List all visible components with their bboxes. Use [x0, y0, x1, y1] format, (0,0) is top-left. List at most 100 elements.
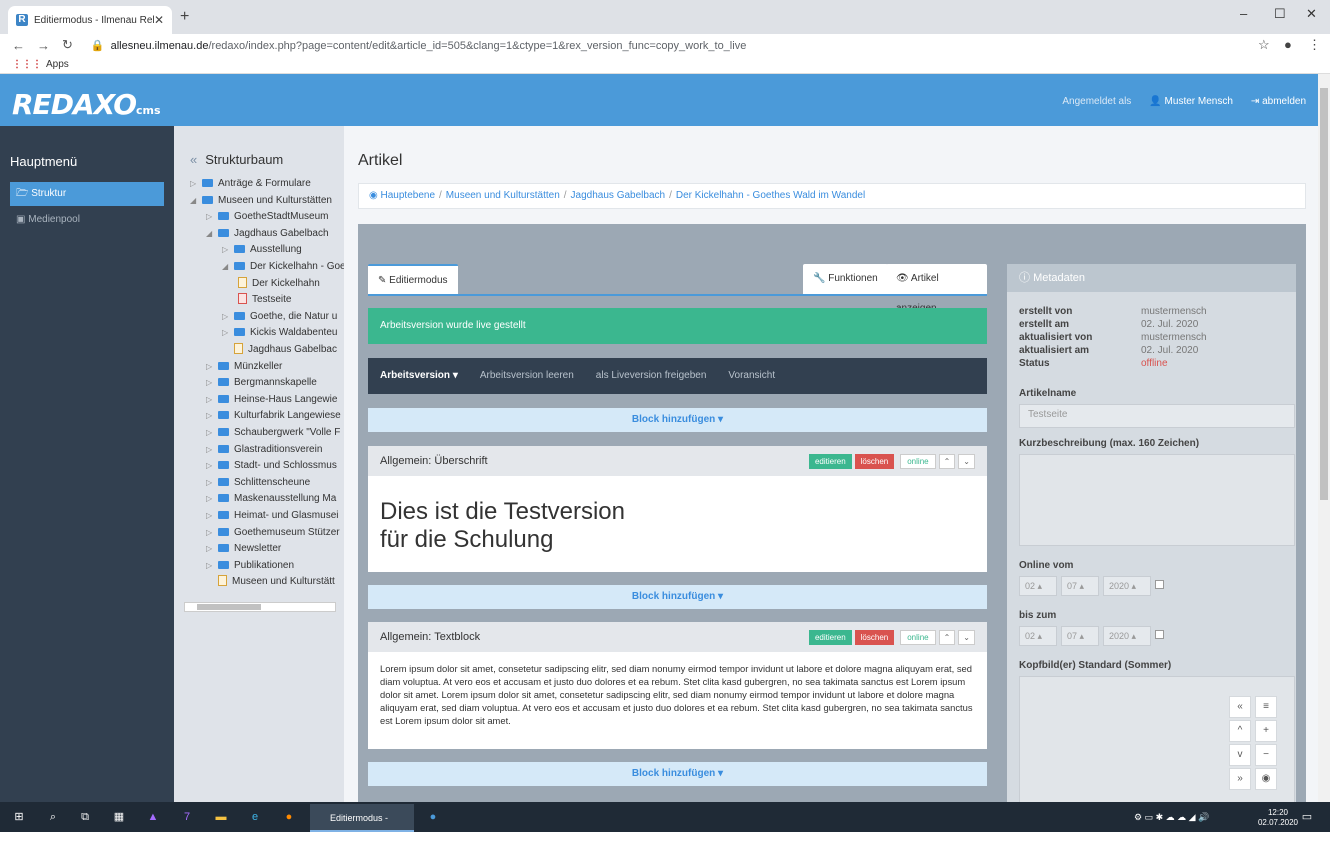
search-icon[interactable]: ⌕: [46, 810, 60, 824]
move-up-icon[interactable]: ^: [1229, 720, 1251, 742]
tree-node[interactable]: Testseite: [238, 292, 291, 308]
bookmark-star-icon[interactable]: ☆: [1258, 37, 1270, 53]
breadcrumb-item[interactable]: Museen und Kulturstätten: [446, 190, 560, 201]
add-block-button[interactable]: Block hinzufügen ▾: [368, 585, 987, 609]
page-vertical-scrollbar[interactable]: [1318, 74, 1330, 802]
add-block-button[interactable]: Block hinzufügen ▾: [368, 762, 987, 786]
preview-button[interactable]: Voransicht: [728, 358, 775, 394]
collapsed-icon[interactable]: ▷: [206, 558, 218, 574]
open-mediapool-icon[interactable]: ≡: [1255, 696, 1277, 718]
add-block-button[interactable]: Block hinzufügen ▾: [368, 408, 987, 432]
move-down-icon[interactable]: ⌄: [958, 454, 975, 469]
online-from-month-select[interactable]: 07 ▴: [1061, 576, 1099, 596]
app-icon[interactable]: ▲: [146, 810, 160, 824]
tree-node[interactable]: ▷ Goethemuseum Stützer: [206, 525, 340, 541]
article-name-input[interactable]: Testseite: [1019, 404, 1295, 428]
collapsed-icon[interactable]: ▷: [222, 242, 234, 258]
edge-icon[interactable]: e: [248, 810, 262, 824]
online-status-button[interactable]: online: [900, 454, 936, 469]
new-tab-icon[interactable]: +: [180, 8, 189, 26]
system-tray-icons[interactable]: ⚙ ▭ ✱ ☁ ☁ ◢ 🔊: [1134, 810, 1254, 824]
expanded-icon[interactable]: ◢: [222, 259, 234, 275]
delete-slice-button[interactable]: löschen: [854, 630, 895, 645]
close-tab-icon[interactable]: ✕: [154, 13, 164, 27]
tab-editiermodus[interactable]: ✎ Editiermodus: [368, 264, 458, 294]
online-to-month-select[interactable]: 07 ▴: [1061, 626, 1099, 646]
collapsed-icon[interactable]: ▷: [222, 325, 234, 341]
tree-horizontal-scrollbar[interactable]: [184, 602, 336, 612]
tree-node[interactable]: ▷ Kulturfabrik Langewiese: [206, 408, 341, 424]
tree-node[interactable]: ▷ GoetheStadtMuseum: [206, 209, 329, 225]
tree-node[interactable]: ◢ Jagdhaus Gabelbach: [206, 226, 329, 242]
collapsed-icon[interactable]: ▷: [206, 392, 218, 408]
collapsed-icon[interactable]: ▷: [206, 491, 218, 507]
move-up-icon[interactable]: ⌃: [938, 454, 956, 469]
minimize-icon[interactable]: –: [1240, 6, 1247, 21]
breadcrumb-item[interactable]: Jagdhaus Gabelbach: [571, 190, 666, 201]
collapsed-icon[interactable]: ▷: [206, 475, 218, 491]
expanded-icon[interactable]: ◢: [206, 226, 218, 242]
online-from-year-select[interactable]: 2020 ▴: [1103, 576, 1151, 596]
app-icon[interactable]: ●: [426, 810, 440, 824]
tree-node[interactable]: ▷ Maskenausstellung Ma: [206, 491, 336, 507]
add-media-icon[interactable]: +: [1255, 720, 1277, 742]
expanded-icon[interactable]: ◢: [190, 193, 202, 209]
online-from-checkbox[interactable]: [1155, 580, 1164, 589]
breadcrumb-item[interactable]: Hauptebene: [381, 190, 436, 201]
file-explorer-icon[interactable]: ▬: [214, 810, 228, 824]
release-version-button[interactable]: als Liveversion freigeben: [596, 358, 707, 394]
forward-icon[interactable]: →: [37, 38, 50, 53]
sidebar-item-struktur[interactable]: 🗁 Struktur: [10, 182, 164, 206]
collapsed-icon[interactable]: ▷: [206, 209, 218, 225]
tree-node[interactable]: ▷ Stadt- und Schlossmus: [206, 458, 337, 474]
collapsed-icon[interactable]: ▷: [206, 375, 218, 391]
scrollbar-thumb[interactable]: [197, 604, 261, 610]
scrollbar-thumb[interactable]: [1320, 88, 1328, 500]
tree-node[interactable]: ▷ Goethe, die Natur u: [222, 309, 337, 325]
collapsed-icon[interactable]: ▷: [206, 458, 218, 474]
tree-node[interactable]: ▷ Schaubergwerk "Volle F: [206, 425, 340, 441]
collapsed-icon[interactable]: ▷: [206, 425, 218, 441]
tree-node[interactable]: Der Kickelhahn: [238, 276, 320, 292]
taskbar-chrome-window[interactable]: Editiermodus - Ilme...: [310, 804, 414, 851]
edit-slice-button[interactable]: editieren: [808, 630, 852, 645]
online-to-year-select[interactable]: 2020 ▴: [1103, 626, 1151, 646]
move-bottom-icon[interactable]: »: [1229, 768, 1251, 790]
tree-node[interactable]: Museen und Kulturstätt: [206, 574, 335, 590]
move-top-icon[interactable]: «: [1229, 696, 1251, 718]
tab-artikel-anzeigen[interactable]: 👁 Artikel anzeigen: [886, 264, 987, 314]
calculator-icon[interactable]: ▦: [112, 810, 126, 824]
edit-slice-button[interactable]: editieren: [808, 454, 852, 469]
collapsed-icon[interactable]: ▷: [206, 541, 218, 557]
tree-node[interactable]: ▷ Glastraditionsverein: [206, 442, 322, 458]
collapsed-icon[interactable]: ▷: [206, 359, 218, 375]
version-dropdown[interactable]: Arbeitsversion ▾: [380, 358, 458, 394]
collapsed-icon[interactable]: ▷: [206, 408, 218, 424]
tab-funktionen[interactable]: 🔧 Funktionen: [803, 264, 888, 294]
collapsed-icon[interactable]: ▷: [190, 176, 202, 192]
collapsed-icon[interactable]: ▷: [206, 442, 218, 458]
apps-bookmark[interactable]: Apps: [46, 59, 69, 70]
windows-start-icon[interactable]: ⊞: [12, 810, 26, 824]
move-down-icon[interactable]: ⌄: [958, 630, 975, 645]
remove-media-icon[interactable]: −: [1255, 744, 1277, 766]
tree-node[interactable]: ▷ Newsletter: [206, 541, 281, 557]
menu-icon[interactable]: ⋮: [1308, 37, 1321, 53]
task-view-icon[interactable]: ⧉: [78, 810, 92, 824]
profile-icon[interactable]: ●: [1284, 37, 1292, 52]
tree-node[interactable]: ▷ Kickis Waldabenteu: [222, 325, 337, 341]
browser-tab[interactable]: R Editiermodus - Ilmenau Relaunch ✕: [8, 6, 172, 34]
address-bar[interactable]: 🔒 allesneu.ilmenau.de/redaxo/index.php?pa…: [91, 39, 746, 52]
tree-node[interactable]: ▷ Anträge & Formulare: [190, 176, 311, 192]
window-close-icon[interactable]: ✕: [1306, 6, 1317, 22]
back-icon[interactable]: ←: [12, 38, 25, 53]
delete-slice-button[interactable]: löschen: [854, 454, 895, 469]
redaxo-logo[interactable]: REDAXOcms: [12, 88, 161, 121]
maximize-icon[interactable]: ☐: [1274, 6, 1286, 22]
move-down-icon[interactable]: v: [1229, 744, 1251, 766]
header-image-list[interactable]: [1019, 676, 1295, 804]
notifications-icon[interactable]: ▭: [1300, 810, 1314, 824]
tree-node[interactable]: Jagdhaus Gabelbac: [222, 342, 337, 358]
tree-node[interactable]: ▷ Heinse-Haus Langewie: [206, 392, 337, 408]
firefox-icon[interactable]: ●: [282, 810, 296, 824]
